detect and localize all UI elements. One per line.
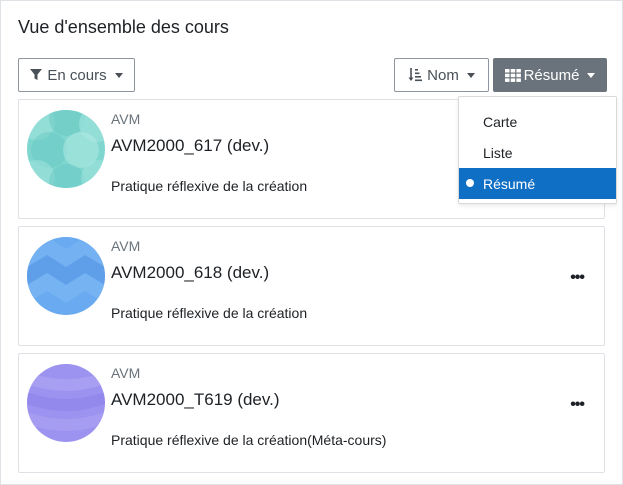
view-option-summary[interactable]: Résumé [459,168,616,199]
ellipsis-icon[interactable]: ••• [570,270,585,286]
view-dropdown-button[interactable]: Résumé [493,58,607,92]
course-summary: Pratique réflexive de la création [111,305,308,321]
course-category: AVM [111,365,141,381]
course-image[interactable] [27,110,105,188]
view-option-label: Liste [483,144,513,161]
view-option-label: Résumé [483,175,536,192]
grid-icon [504,68,521,82]
course-category: AVM [111,111,141,127]
course-list-item[interactable]: AVM AVM2000_T619 (dev.) Pratique réflexi… [18,353,605,473]
course-name-link[interactable]: AVM2000_618 (dev.) [111,263,269,283]
course-image[interactable] [27,364,105,442]
sort-dropdown-button[interactable]: Nom [394,58,489,92]
course-category: AVM [111,238,141,254]
course-name-link[interactable]: AVM2000_617 (dev.) [111,136,269,156]
chevron-down-icon [114,72,123,78]
sort-label: Nom [427,66,459,84]
chevron-down-icon [466,72,475,78]
course-image[interactable] [27,237,105,315]
block-title: Vue d'ensemble des cours [18,17,229,37]
filter-dropdown-button[interactable]: En cours [18,58,135,92]
view-option-card[interactable]: Carte [459,106,616,137]
filter-label: En cours [47,66,107,84]
chevron-down-icon [587,72,596,78]
sort-alpha-icon [408,67,423,83]
course-summary: Pratique réflexive de la création [111,178,308,194]
course-name-link[interactable]: AVM2000_T619 (dev.) [111,390,280,410]
course-summary: Pratique réflexive de la création(Méta-c… [111,432,387,448]
view-label: Résumé [523,66,580,84]
view-dropdown-menu: Carte Liste Résumé [458,96,617,204]
selected-dot-icon [466,179,474,187]
course-list-item[interactable]: AVM AVM2000_618 (dev.) Pratique réflexiv… [18,226,605,346]
filter-icon [30,69,43,81]
view-option-label: Carte [483,113,518,130]
course-overview-block: Vue d'ensemble des cours En cours Nom Ré… [0,0,623,485]
ellipsis-icon[interactable]: ••• [570,397,585,413]
view-option-list[interactable]: Liste [459,137,616,168]
